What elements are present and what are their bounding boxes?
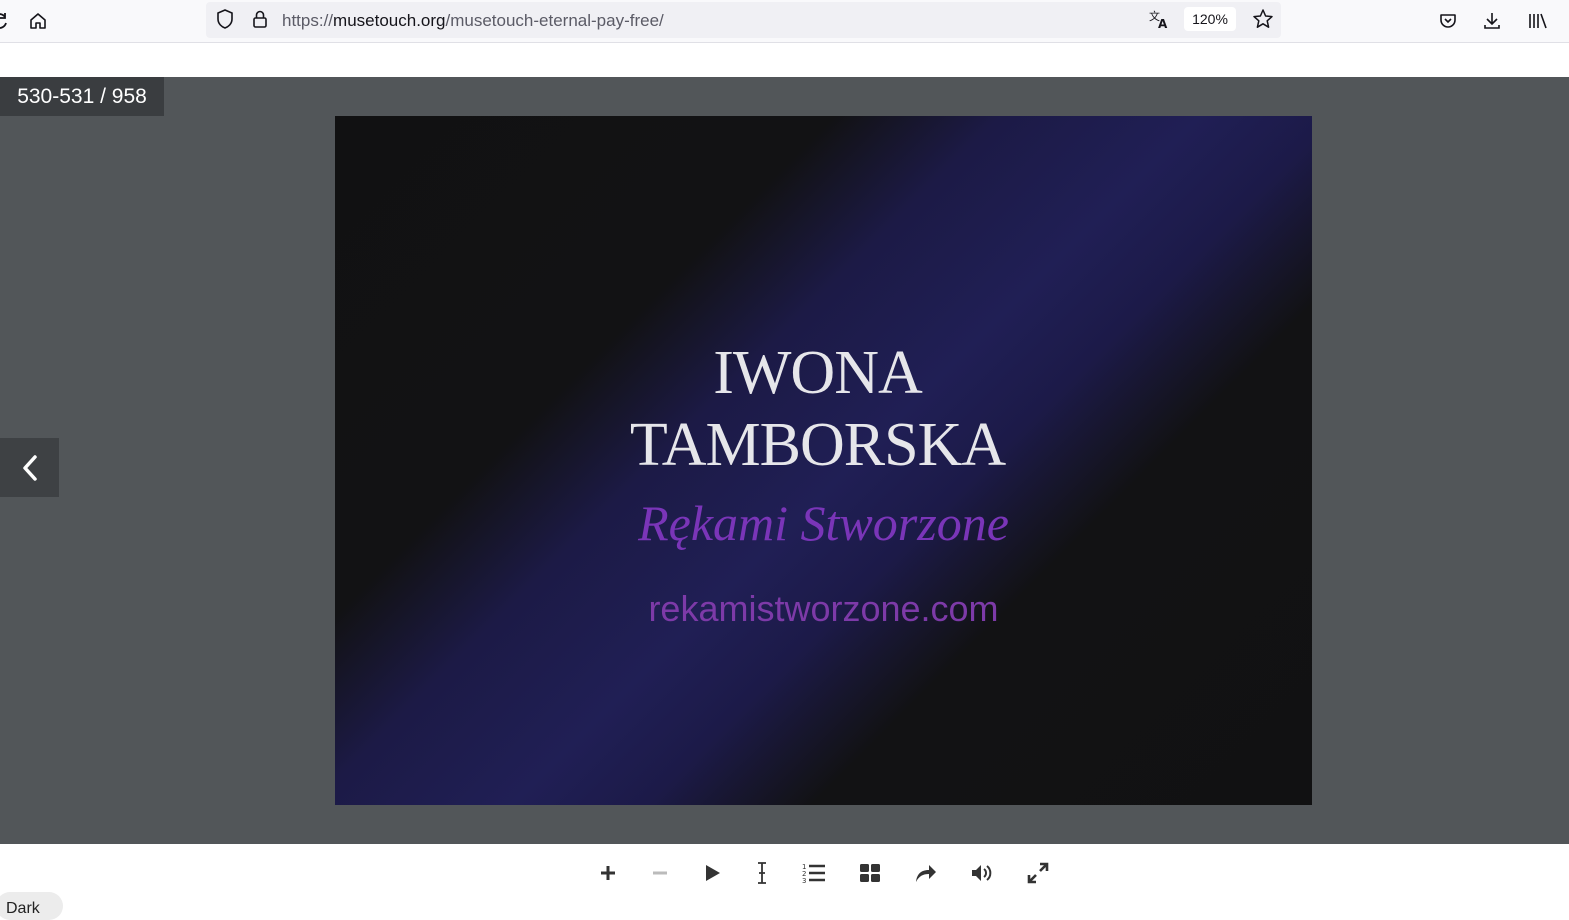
browser-toolbar: https://musetouch.org/musetouch-eternal-… [0, 0, 1569, 43]
slide-subtitle: Rękami Stworzone [638, 495, 1009, 551]
slide-title-line1: IWONA [713, 339, 923, 407]
page-spread[interactable]: IWONA TAMBORSKA Rękami Stworzone rekamis… [335, 116, 1312, 805]
thumbnails-icon [860, 864, 880, 882]
zoom-in-icon [601, 866, 615, 880]
previous-page-button[interactable] [0, 438, 59, 497]
slide-title-line2: TAMBORSKA [629, 411, 1006, 479]
viewer-controls: 123 Dark [0, 844, 1569, 920]
play-icon [706, 865, 720, 881]
toc-icon: 123 [802, 863, 825, 884]
text-select-icon [758, 862, 766, 884]
svg-text:3: 3 [802, 877, 806, 884]
url-domain: musetouch.org [333, 11, 446, 30]
translate-icon[interactable]: 文A [1145, 5, 1173, 33]
table-of-contents-button[interactable]: 123 [799, 858, 829, 888]
lock-icon[interactable] [246, 5, 274, 33]
url-text[interactable]: https://musetouch.org/musetouch-eternal-… [282, 11, 664, 31]
fullscreen-icon [1027, 862, 1049, 884]
svg-text:A: A [1158, 17, 1168, 30]
download-icon[interactable] [1478, 7, 1506, 35]
page-counter: 530-531 / 958 [0, 77, 164, 116]
pocket-icon[interactable] [1434, 7, 1462, 35]
url-bar[interactable]: https://musetouch.org/musetouch-eternal-… [206, 2, 1281, 38]
sound-button[interactable] [967, 858, 997, 888]
zoom-in-button[interactable] [593, 858, 623, 888]
library-icon[interactable] [1524, 7, 1552, 35]
zoom-level-badge[interactable]: 120% [1184, 7, 1236, 31]
sound-icon [972, 865, 992, 881]
text-select-button[interactable] [747, 858, 777, 888]
reload-icon[interactable] [0, 7, 14, 35]
page-header-strip [0, 43, 1569, 77]
url-prefix: https:// [282, 11, 334, 30]
slide-website: rekamistworzone.com [648, 588, 999, 629]
dark-mode-toggle[interactable]: Dark [0, 892, 63, 920]
autoplay-button[interactable] [697, 858, 727, 888]
share-icon [916, 865, 936, 882]
zoom-out-button[interactable] [645, 858, 675, 888]
fullscreen-button[interactable] [1023, 858, 1053, 888]
thumbnails-button[interactable] [855, 858, 885, 888]
share-button[interactable] [911, 858, 941, 888]
star-icon[interactable] [1249, 5, 1277, 33]
flipbook-viewer: 530-531 / 958 IWONA TAMBORSKA Rękami Stw… [0, 77, 1569, 844]
chevron-left-icon [22, 454, 37, 481]
home-icon[interactable] [24, 7, 52, 35]
zoom-out-icon [653, 871, 667, 875]
url-path: /musetouch-eternal-pay-free/ [445, 11, 664, 30]
shield-icon[interactable] [211, 5, 239, 33]
